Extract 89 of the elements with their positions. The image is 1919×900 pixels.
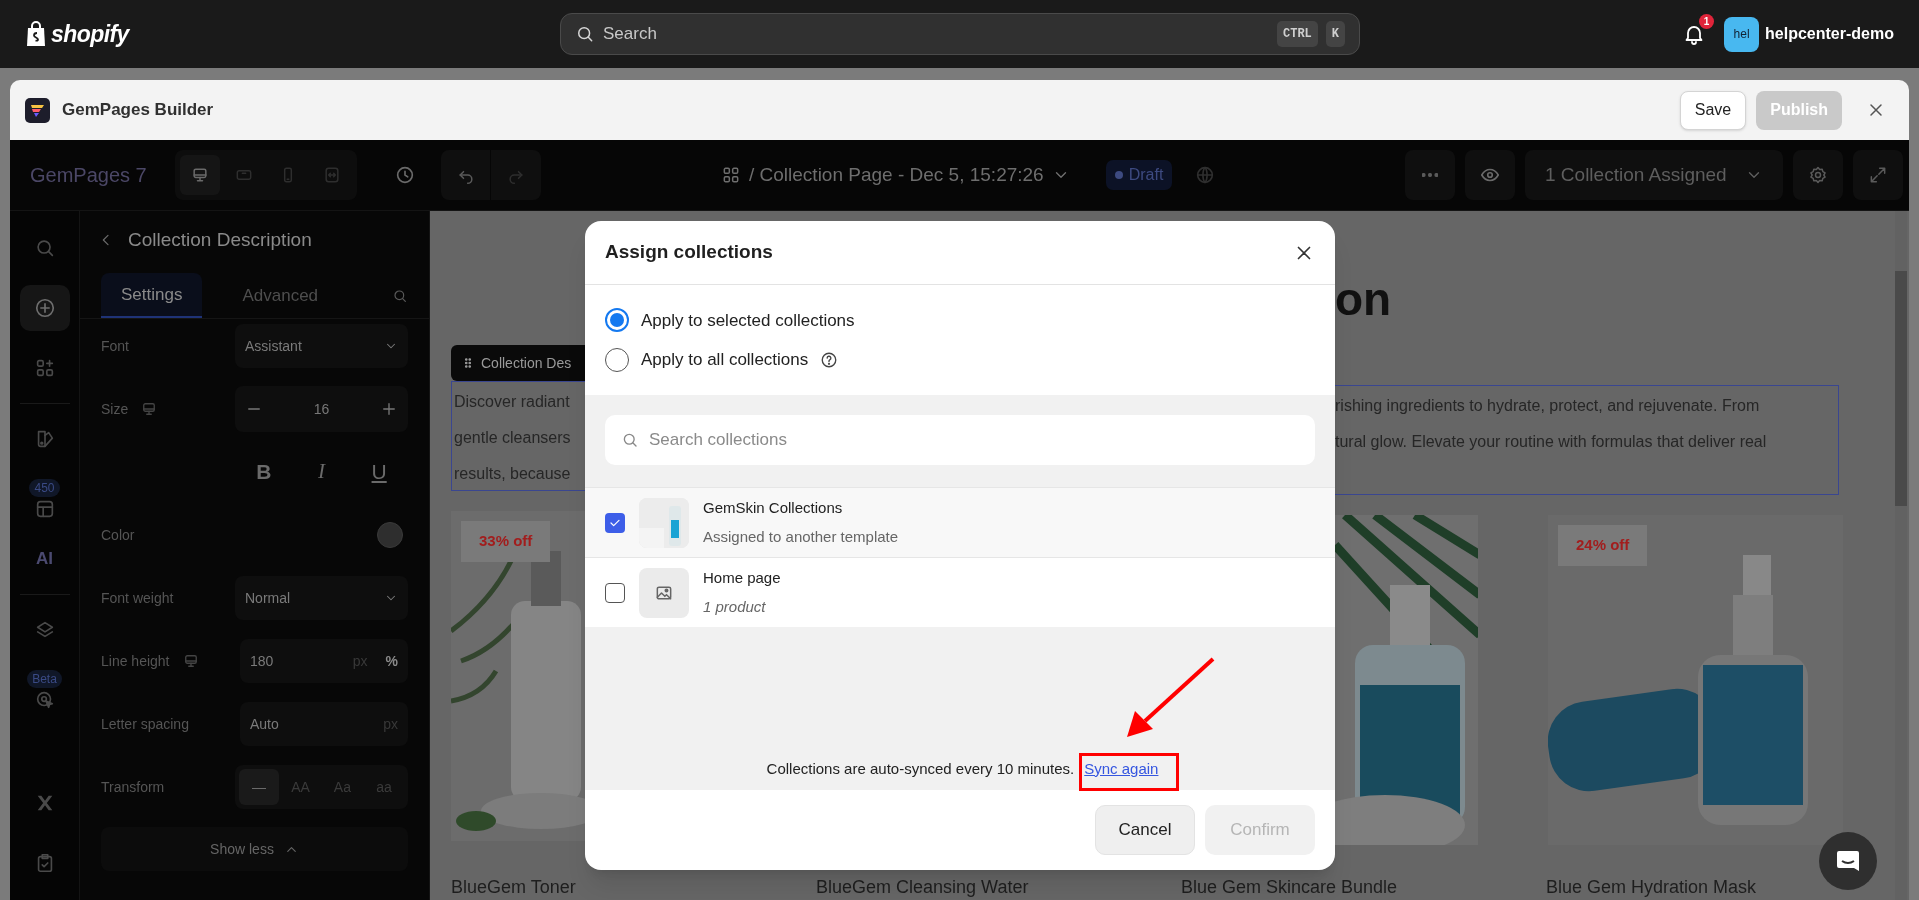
setting-label: Size [101, 399, 129, 419]
stepper-value: 16 [313, 399, 330, 419]
transform-option[interactable]: — [239, 769, 279, 805]
search-placeholder: Search [603, 23, 658, 46]
collection-row[interactable]: GemSkin Collections Assigned to another template [585, 487, 1335, 557]
setting-label: Font weight [101, 588, 174, 608]
collection-note: Assigned to another template [703, 526, 899, 547]
expand-icon [1868, 165, 1888, 185]
save-button[interactable]: Save [1679, 90, 1747, 130]
status-badge: Draft [1105, 160, 1173, 190]
add-icon [33, 297, 56, 319]
cancel-button[interactable]: Cancel [1095, 805, 1195, 855]
collection-note: 1 product [703, 596, 767, 617]
radio-label: Apply to all collections [641, 349, 809, 371]
assignment-dropdown[interactable]: 1 Collection Assigned [1525, 150, 1783, 200]
sidebar-tool[interactable]: AI [19, 536, 70, 582]
description-text: Discover radiant [454, 392, 571, 412]
account-avatar[interactable]: hel [1724, 16, 1760, 52]
text-style-button[interactable]: I [301, 452, 342, 492]
setting-label: Line height [101, 651, 170, 671]
search-field[interactable]: Search collections [605, 415, 1315, 465]
help-icon[interactable] [820, 350, 839, 369]
text-style-button[interactable]: U [359, 452, 400, 492]
panel-tab[interactable]: Advanced [222, 273, 339, 318]
color-swatch[interactable] [377, 522, 403, 548]
product-name: BlueGem Toner [451, 876, 577, 899]
select-field[interactable]: Normal [235, 576, 408, 620]
product-name: BlueGem Cleansing Water [816, 876, 1030, 899]
notification-count: 1 [1699, 14, 1715, 29]
app-title: GemPages Builder [62, 99, 214, 122]
collection-row[interactable]: Home page 1 product [585, 557, 1335, 627]
page-selector[interactable]: / Collection Page - Dec 5, 15:27:26 [721, 160, 1070, 190]
settings-icon [1808, 165, 1828, 185]
number-stepper[interactable]: 16 [235, 386, 408, 432]
page-heading: on [1335, 273, 1393, 325]
unit-option[interactable]: % [385, 650, 398, 672]
setting-label: Font [101, 336, 129, 356]
plus-icon[interactable] [380, 400, 398, 418]
collection-name: Home page [703, 568, 781, 588]
discount-badge: 24% off [1558, 525, 1648, 566]
app-logo-icon [25, 97, 50, 123]
product-name: GemPages 7 [30, 163, 148, 188]
discount-badge: 33% off [461, 521, 551, 562]
panel-tab[interactable]: Settings [101, 273, 203, 318]
settings-button[interactable] [1793, 150, 1843, 200]
sidebar-tool[interactable] [19, 285, 70, 331]
product-name: Blue Gem Hydration Mask [1546, 876, 1758, 899]
fullscreen-button[interactable] [1853, 150, 1903, 200]
clock-icon [394, 164, 416, 186]
fit-width-icon [322, 165, 342, 185]
dialog-title: Assign collections [605, 240, 774, 265]
select-field[interactable]: Assistant [235, 324, 408, 368]
search-field[interactable]: Search CTRL K [560, 13, 1360, 55]
description-text: tural glow. Elevate your routine with formulas that deliver real [1335, 432, 1768, 452]
collection-name: GemSkin Collections [703, 498, 844, 518]
setting-label: Color [101, 525, 135, 545]
desktop-icon [190, 165, 210, 185]
checkbox[interactable] [605, 512, 625, 533]
more-icon [1422, 173, 1438, 177]
sidebar-tool[interactable]: Beta [19, 667, 70, 713]
setting-label: Letter spacing [101, 714, 189, 734]
preview-button[interactable] [1465, 150, 1515, 200]
setting-label: Transform [101, 777, 165, 797]
search-placeholder: Search collections [649, 429, 787, 452]
chat-icon [1835, 848, 1861, 874]
checkbox[interactable] [605, 582, 625, 603]
radio-label: Apply to selected collections [641, 309, 855, 332]
search-icon[interactable] [392, 287, 408, 304]
radio-button[interactable] [605, 308, 629, 333]
account-name[interactable]: helpcenter-demo [1765, 22, 1894, 46]
brand-logo[interactable]: shopify [51, 16, 129, 52]
description-text: gentle cleansers [454, 428, 572, 448]
sync-again-link[interactable]: Sync again [1084, 757, 1159, 780]
grid-icon [721, 165, 741, 185]
description-text: results, because [454, 464, 572, 484]
sidebar-tool[interactable]: 450 [19, 476, 70, 522]
search-icon [621, 431, 639, 449]
device-tab[interactable] [180, 155, 220, 195]
search-icon [575, 24, 595, 44]
shortcut-key: CTRL [1277, 21, 1318, 47]
shopping-bag-icon [25, 21, 47, 47]
description-text: rishing ingredients to hydrate, protect, and rejuvenate. From [1335, 396, 1761, 416]
element-label: Collection Des [451, 345, 585, 381]
text-style-button[interactable]: B [243, 452, 284, 492]
panel-title: Collection Description [128, 227, 312, 252]
product-name: Blue Gem Skincare Bundle [1181, 876, 1399, 899]
show-less-button[interactable]: Show less [101, 827, 408, 871]
sync-note: Collections are auto-synced every 10 minutes. [766, 758, 1075, 779]
shortcut-key: K [1325, 21, 1345, 47]
